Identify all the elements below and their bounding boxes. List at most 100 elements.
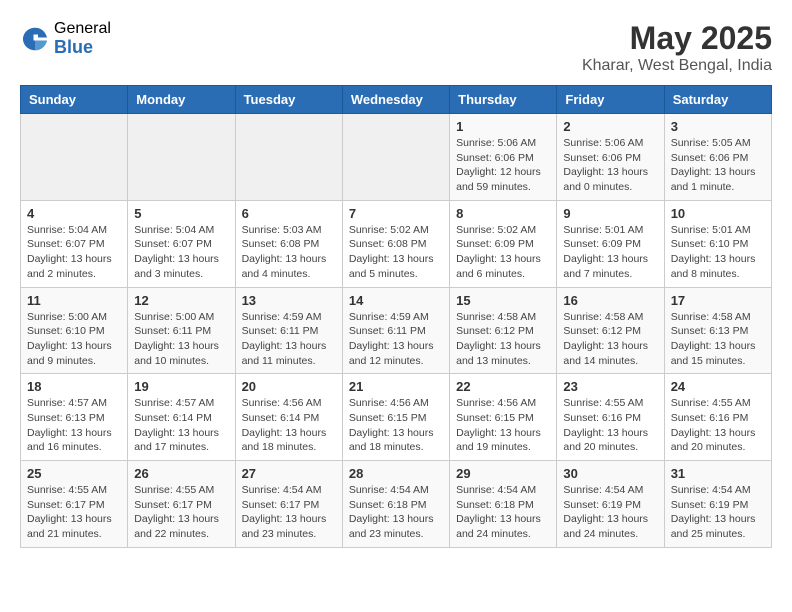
day-number: 9 [563,206,657,221]
calendar-cell: 31 Sunrise: 4:54 AM Sunset: 6:19 PM Dayli… [664,461,771,548]
calendar-cell: 13 Sunrise: 4:59 AM Sunset: 6:11 PM Dayli… [235,287,342,374]
day-info: Sunrise: 5:04 AM Sunset: 6:07 PM Dayligh… [134,223,228,282]
calendar-day-header: Thursday [450,86,557,114]
day-number: 20 [242,379,336,394]
day-number: 6 [242,206,336,221]
day-number: 31 [671,466,765,481]
calendar-cell: 26Sunrise: 4:55 AM Sunset: 6:17 PM Dayli… [128,461,235,548]
calendar-cell [128,114,235,201]
calendar-cell: 3 Sunrise: 5:05 AM Sunset: 6:06 PM Daylig… [664,114,771,201]
day-info: Sunrise: 4:59 AM Sunset: 6:11 PM Dayligh… [349,310,443,369]
calendar-cell: 27Sunrise: 4:54 AM Sunset: 6:17 PM Dayli… [235,461,342,548]
logo: General Blue [20,20,111,57]
calendar-week-row: 4 Sunrise: 5:04 AM Sunset: 6:07 PM Daylig… [21,200,772,287]
calendar-day-header: Saturday [664,86,771,114]
day-info: Sunrise: 5:02 AM Sunset: 6:09 PM Dayligh… [456,223,550,282]
day-number: 14 [349,293,443,308]
calendar-cell: 14 Sunrise: 4:59 AM Sunset: 6:11 PM Dayli… [342,287,449,374]
logo-icon [20,24,50,54]
day-number: 5 [134,206,228,221]
calendar-cell: 4 Sunrise: 5:04 AM Sunset: 6:07 PM Daylig… [21,200,128,287]
day-info: Sunrise: 4:55 AM Sunset: 6:17 PM Dayligh… [27,483,121,542]
subtitle: Kharar, West Bengal, India [582,57,772,75]
calendar-cell: 23 Sunrise: 4:55 AM Sunset: 6:16 PM Dayli… [557,374,664,461]
calendar-cell: 28 Sunrise: 4:54 AM Sunset: 6:18 PM Dayli… [342,461,449,548]
day-info: Sunrise: 4:54 AM Sunset: 6:18 PM Dayligh… [349,483,443,542]
calendar-week-row: 25 Sunrise: 4:55 AM Sunset: 6:17 PM Dayli… [21,461,772,548]
day-number: 22 [456,379,550,394]
calendar-cell: 8 Sunrise: 5:02 AM Sunset: 6:09 PM Daylig… [450,200,557,287]
day-number: 11 [27,293,121,308]
day-info: Sunrise: 5:00 AM Sunset: 6:11 PM Dayligh… [134,310,228,369]
calendar-table: SundayMondayTuesdayWednesdayThursdayFrid… [20,85,772,548]
calendar-day-header: Tuesday [235,86,342,114]
calendar-cell: 30 Sunrise: 4:54 AM Sunset: 6:19 PM Dayli… [557,461,664,548]
calendar-cell: 9Sunrise: 5:01 AM Sunset: 6:09 PM Daylig… [557,200,664,287]
logo-text: General Blue [54,20,111,57]
day-number: 29 [456,466,550,481]
day-info: Sunrise: 4:56 AM Sunset: 6:14 PM Dayligh… [242,396,336,455]
calendar-cell: 12 Sunrise: 5:00 AM Sunset: 6:11 PM Dayli… [128,287,235,374]
day-info: Sunrise: 5:04 AM Sunset: 6:07 PM Dayligh… [27,223,121,282]
calendar-cell [342,114,449,201]
day-number: 4 [27,206,121,221]
calendar-cell: 2 Sunrise: 5:06 AM Sunset: 6:06 PM Daylig… [557,114,664,201]
day-number: 25 [27,466,121,481]
calendar-day-header: Wednesday [342,86,449,114]
day-info: Sunrise: 4:56 AM Sunset: 6:15 PM Dayligh… [456,396,550,455]
logo-blue: Blue [54,38,111,58]
day-info: Sunrise: 4:58 AM Sunset: 6:12 PM Dayligh… [563,310,657,369]
calendar-week-row: 1 Sunrise: 5:06 AM Sunset: 6:06 PM Daylig… [21,114,772,201]
main-title: May 2025 [582,20,772,57]
day-number: 28 [349,466,443,481]
day-info: Sunrise: 4:54 AM Sunset: 6:19 PM Dayligh… [563,483,657,542]
day-info: Sunrise: 5:03 AM Sunset: 6:08 PM Dayligh… [242,223,336,282]
day-info: Sunrise: 4:55 AM Sunset: 6:16 PM Dayligh… [563,396,657,455]
calendar-cell [21,114,128,201]
calendar-day-header: Sunday [21,86,128,114]
title-block: May 2025 Kharar, West Bengal, India [582,20,772,75]
day-info: Sunrise: 5:06 AM Sunset: 6:06 PM Dayligh… [456,136,550,195]
day-number: 15 [456,293,550,308]
calendar-cell: 25 Sunrise: 4:55 AM Sunset: 6:17 PM Dayli… [21,461,128,548]
day-number: 13 [242,293,336,308]
calendar-cell: 15Sunrise: 4:58 AM Sunset: 6:12 PM Dayli… [450,287,557,374]
calendar-cell: 16 Sunrise: 4:58 AM Sunset: 6:12 PM Dayli… [557,287,664,374]
day-info: Sunrise: 5:02 AM Sunset: 6:08 PM Dayligh… [349,223,443,282]
calendar-cell: 29 Sunrise: 4:54 AM Sunset: 6:18 PM Dayli… [450,461,557,548]
day-info: Sunrise: 4:55 AM Sunset: 6:16 PM Dayligh… [671,396,765,455]
day-number: 24 [671,379,765,394]
day-info: Sunrise: 4:54 AM Sunset: 6:18 PM Dayligh… [456,483,550,542]
day-number: 12 [134,293,228,308]
day-number: 27 [242,466,336,481]
calendar-cell: 5 Sunrise: 5:04 AM Sunset: 6:07 PM Daylig… [128,200,235,287]
day-number: 19 [134,379,228,394]
day-number: 2 [563,119,657,134]
calendar-day-header: Monday [128,86,235,114]
day-number: 30 [563,466,657,481]
day-info: Sunrise: 4:56 AM Sunset: 6:15 PM Dayligh… [349,396,443,455]
calendar-cell: 11Sunrise: 5:00 AM Sunset: 6:10 PM Dayli… [21,287,128,374]
day-number: 1 [456,119,550,134]
calendar-cell: 18Sunrise: 4:57 AM Sunset: 6:13 PM Dayli… [21,374,128,461]
day-number: 8 [456,206,550,221]
day-number: 21 [349,379,443,394]
calendar-cell [235,114,342,201]
calendar-cell: 20 Sunrise: 4:56 AM Sunset: 6:14 PM Dayli… [235,374,342,461]
day-info: Sunrise: 4:59 AM Sunset: 6:11 PM Dayligh… [242,310,336,369]
calendar-week-row: 11Sunrise: 5:00 AM Sunset: 6:10 PM Dayli… [21,287,772,374]
day-number: 23 [563,379,657,394]
day-number: 16 [563,293,657,308]
day-number: 3 [671,119,765,134]
calendar-cell: 1 Sunrise: 5:06 AM Sunset: 6:06 PM Daylig… [450,114,557,201]
page-header: General Blue May 2025 Kharar, West Benga… [20,20,772,75]
day-info: Sunrise: 5:05 AM Sunset: 6:06 PM Dayligh… [671,136,765,195]
calendar-cell: 22 Sunrise: 4:56 AM Sunset: 6:15 PM Dayli… [450,374,557,461]
day-info: Sunrise: 5:06 AM Sunset: 6:06 PM Dayligh… [563,136,657,195]
calendar-cell: 21 Sunrise: 4:56 AM Sunset: 6:15 PM Dayli… [342,374,449,461]
day-info: Sunrise: 4:54 AM Sunset: 6:19 PM Dayligh… [671,483,765,542]
calendar-cell: 17Sunrise: 4:58 AM Sunset: 6:13 PM Dayli… [664,287,771,374]
day-number: 26 [134,466,228,481]
calendar-header-row: SundayMondayTuesdayWednesdayThursdayFrid… [21,86,772,114]
day-info: Sunrise: 5:01 AM Sunset: 6:10 PM Dayligh… [671,223,765,282]
